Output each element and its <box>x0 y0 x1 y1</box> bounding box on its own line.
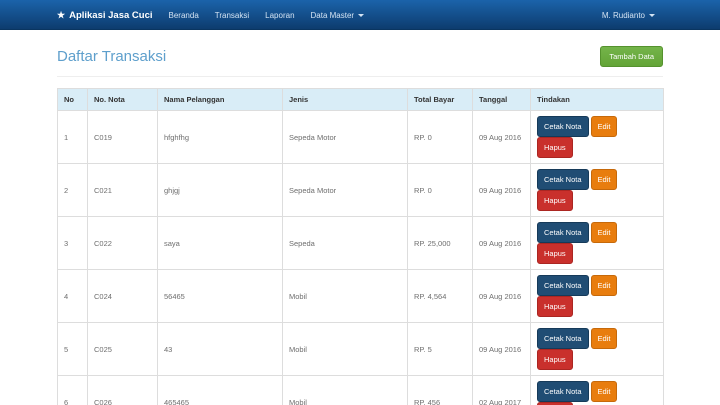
cell-nota: C024 <box>88 270 158 323</box>
cell-tanggal: 09 Aug 2016 <box>473 217 531 270</box>
col-header-no: No <box>58 89 88 111</box>
top-navbar: ★ Aplikasi Jasa Cuci Beranda Transaksi L… <box>0 0 720 30</box>
col-header-jenis: Jenis <box>283 89 408 111</box>
hapus-button[interactable]: Hapus <box>537 190 573 211</box>
cell-nota: C019 <box>88 111 158 164</box>
edit-button[interactable]: Edit <box>591 328 618 349</box>
cell-no: 4 <box>58 270 88 323</box>
cell-nama: 43 <box>158 323 283 376</box>
table-row: 2 C021 ghjgj Sepeda Motor RP. 0 09 Aug 2… <box>58 164 664 217</box>
cell-jenis: Sepeda Motor <box>283 164 408 217</box>
table-row: 1 C019 hfghfhg Sepeda Motor RP. 0 09 Aug… <box>58 111 664 164</box>
divider <box>57 76 663 77</box>
edit-button[interactable]: Edit <box>591 381 618 402</box>
table-header-row: No No. Nota Nama Pelanggan Jenis Total B… <box>58 89 664 111</box>
caret-down-icon <box>649 14 655 17</box>
nav-item-label: Data Master <box>311 11 355 20</box>
cell-tanggal: 09 Aug 2016 <box>473 111 531 164</box>
edit-button[interactable]: Edit <box>591 169 618 190</box>
cell-total: RP. 4,564 <box>408 270 473 323</box>
cell-actions: Cetak NotaEditHapus <box>531 376 664 405</box>
user-menu[interactable]: M. Rudianto <box>594 0 663 30</box>
cell-jenis: Mobil <box>283 376 408 405</box>
cell-total: RP. 25,000 <box>408 217 473 270</box>
cetak-nota-button[interactable]: Cetak Nota <box>537 169 589 190</box>
cell-jenis: Sepeda Motor <box>283 111 408 164</box>
cell-actions: Cetak NotaEdit Hapus <box>531 270 664 323</box>
cell-total: RP. 456 <box>408 376 473 405</box>
cell-no: 1 <box>58 111 88 164</box>
cetak-nota-button[interactable]: Cetak Nota <box>537 328 589 349</box>
col-header-tanggal: Tanggal <box>473 89 531 111</box>
cell-nama: saya <box>158 217 283 270</box>
cell-total: RP. 5 <box>408 323 473 376</box>
main-nav: Beranda Transaksi Laporan Data Master <box>161 0 373 30</box>
hapus-button[interactable]: Hapus <box>537 243 573 264</box>
cell-nota: C022 <box>88 217 158 270</box>
col-header-nota: No. Nota <box>88 89 158 111</box>
table-row: 6 C026 465465 Mobil RP. 456 02 Aug 2017 … <box>58 376 664 405</box>
cell-actions: Cetak NotaEdit Hapus <box>531 217 664 270</box>
table-row: 4 C024 56465 Mobil RP. 4,564 09 Aug 2016… <box>58 270 664 323</box>
cell-total: RP. 0 <box>408 111 473 164</box>
table-row: 5 C025 43 Mobil RP. 5 09 Aug 2016 Cetak … <box>58 323 664 376</box>
col-header-nama: Nama Pelanggan <box>158 89 283 111</box>
cell-no: 5 <box>58 323 88 376</box>
hapus-button[interactable]: Hapus <box>537 137 573 158</box>
cell-actions: Cetak NotaEdit Hapus <box>531 164 664 217</box>
cell-tanggal: 09 Aug 2016 <box>473 323 531 376</box>
brand-label: Aplikasi Jasa Cuci <box>69 10 152 21</box>
star-icon: ★ <box>57 11 65 20</box>
cetak-nota-button[interactable]: Cetak Nota <box>537 222 589 243</box>
cell-no: 2 <box>58 164 88 217</box>
edit-button[interactable]: Edit <box>591 222 618 243</box>
tambah-data-button[interactable]: Tambah Data <box>600 46 663 67</box>
cell-nama: ghjgj <box>158 164 283 217</box>
col-header-tindakan: Tindakan <box>531 89 664 111</box>
cell-actions: Cetak NotaEdit Hapus <box>531 111 664 164</box>
page-title: Daftar Transaksi <box>57 48 166 65</box>
cetak-nota-button[interactable]: Cetak Nota <box>537 116 589 137</box>
cetak-nota-button[interactable]: Cetak Nota <box>537 275 589 296</box>
cell-nota: C026 <box>88 376 158 405</box>
cell-tanggal: 09 Aug 2016 <box>473 270 531 323</box>
nav-item-transaksi[interactable]: Transaksi <box>207 0 257 30</box>
cell-jenis: Sepeda <box>283 217 408 270</box>
cell-total: RP. 0 <box>408 164 473 217</box>
hapus-button[interactable]: Hapus <box>537 349 573 370</box>
col-header-total: Total Bayar <box>408 89 473 111</box>
nav-item-data-master[interactable]: Data Master <box>303 0 373 30</box>
cell-nota: C021 <box>88 164 158 217</box>
table-row: 3 C022 saya Sepeda RP. 25,000 09 Aug 201… <box>58 217 664 270</box>
cetak-nota-button[interactable]: Cetak Nota <box>537 381 589 402</box>
cell-nama: 56465 <box>158 270 283 323</box>
brand-link[interactable]: ★ Aplikasi Jasa Cuci <box>57 0 153 30</box>
transactions-table: No No. Nota Nama Pelanggan Jenis Total B… <box>57 88 664 405</box>
edit-button[interactable]: Edit <box>591 116 618 137</box>
user-name: M. Rudianto <box>602 11 645 20</box>
cell-nama: hfghfhg <box>158 111 283 164</box>
cell-actions: Cetak NotaEdit Hapus <box>531 323 664 376</box>
cell-nota: C025 <box>88 323 158 376</box>
cell-nama: 465465 <box>158 376 283 405</box>
main-content: Daftar Transaksi Tambah Data No No. Nota… <box>57 46 663 405</box>
cell-no: 3 <box>58 217 88 270</box>
cell-tanggal: 09 Aug 2016 <box>473 164 531 217</box>
edit-button[interactable]: Edit <box>591 275 618 296</box>
nav-item-beranda[interactable]: Beranda <box>161 0 207 30</box>
cell-tanggal: 02 Aug 2017 <box>473 376 531 405</box>
cell-jenis: Mobil <box>283 323 408 376</box>
hapus-button[interactable]: Hapus <box>537 296 573 317</box>
nav-item-laporan[interactable]: Laporan <box>257 0 302 30</box>
caret-down-icon <box>358 14 364 17</box>
cell-no: 6 <box>58 376 88 405</box>
cell-jenis: Mobil <box>283 270 408 323</box>
